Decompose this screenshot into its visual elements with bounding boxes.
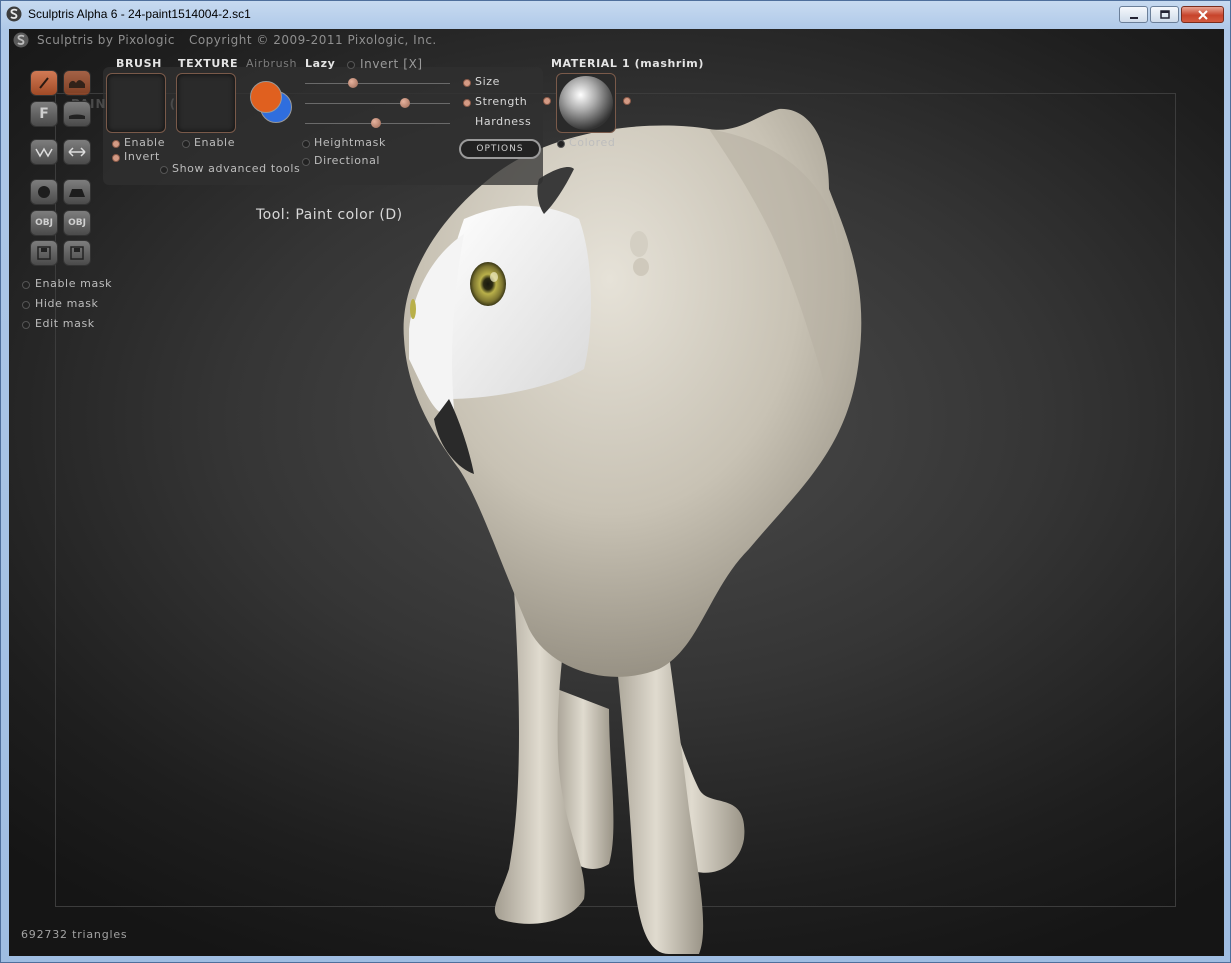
title-bar[interactable]: Sculptris Alpha 6 - 24-paint1514004-2.sc… [1,1,1230,29]
mirror-button[interactable] [63,139,91,165]
texture-label: TEXTURE [178,57,239,70]
size-slider[interactable] [305,83,450,84]
texture-enable-label: Enable [194,136,236,149]
minimize-icon [1129,16,1138,19]
arrows-horizontal-icon [68,147,86,157]
invert-label: Invert [X] [360,57,423,71]
size-slider-knob[interactable] [347,78,358,88]
heightmask-radio[interactable] [302,140,310,148]
edit-mask-label: Edit mask [35,317,95,330]
hardness-slider-knob[interactable] [371,118,382,128]
close-icon [1197,9,1208,20]
current-tool-label: Tool: Paint color (D) [256,207,403,223]
open-button[interactable] [30,240,58,266]
colored-radio[interactable] [557,140,565,148]
size-pressure-radio[interactable] [463,79,471,87]
zigzag-icon [35,147,53,158]
save-disk-icon [37,246,51,260]
product-name: Sculptris by Pixologic [37,33,175,47]
show-advanced-label: Show advanced tools [172,162,301,175]
sphere-button[interactable] [30,179,58,205]
material-prev-radio[interactable] [543,97,551,105]
brush-enable-label: Enable [124,136,166,149]
strength-pressure-radio[interactable] [463,99,471,107]
bump-icon [69,80,85,88]
close-button[interactable] [1181,6,1224,23]
material-next-radio[interactable] [623,97,631,105]
hardness-label: Hardness [475,115,532,128]
import-obj-button[interactable]: OBJ [30,210,58,236]
app-header: Sculptris by Pixologic Copyright © 2009-… [13,31,437,49]
plane-icon [69,189,85,197]
size-label: Size [475,75,500,88]
brush-invert-radio[interactable] [112,154,120,162]
strength-label: Strength [475,95,528,108]
minimize-button[interactable] [1119,6,1148,23]
hide-mask-radio[interactable] [22,301,30,309]
restore-icon [1159,9,1170,19]
primary-color-swatch[interactable] [250,81,282,113]
sphere-icon [38,186,50,198]
colored-label: Colored [569,136,616,149]
show-advanced-radio[interactable] [160,166,168,174]
lazy-label: Lazy [305,57,336,70]
triangle-count: 692732 triangles [21,928,128,941]
directional-radio[interactable] [302,158,310,166]
brush-slot[interactable] [106,73,166,133]
maximize-button[interactable] [1150,6,1179,23]
edit-mask-radio[interactable] [22,321,30,329]
export-obj-label: OBJ [68,218,86,228]
strength-slider[interactable] [305,103,450,104]
symmetry-button[interactable] [30,139,58,165]
window-title: Sculptris Alpha 6 - 24-paint1514004-2.sc… [28,7,251,21]
copyright-text: Copyright © 2009-2011 Pixologic, Inc. [188,33,437,47]
smooth-icon [69,114,85,119]
brush-icon [39,77,49,89]
plane-button[interactable] [63,179,91,205]
material-sphere-icon [559,76,613,130]
sculptris-logo-icon [6,6,22,22]
brush-label: BRUSH [116,57,162,70]
paint-bump-button[interactable] [63,70,91,96]
enable-mask-label: Enable mask [35,277,113,290]
flatten-button[interactable]: F [30,101,58,127]
paint-color-button[interactable] [30,70,58,96]
strength-slider-knob[interactable] [400,98,411,108]
app-window: Sculptris Alpha 6 - 24-paint1514004-2.sc… [0,0,1231,963]
heightmask-label: Heightmask [314,136,386,149]
directional-label: Directional [314,154,381,167]
import-obj-label: OBJ [35,218,53,228]
airbrush-label: Airbrush [246,57,298,70]
save-disk-icon [70,246,84,260]
hide-mask-label: Hide mask [35,297,99,310]
brush-enable-radio[interactable] [112,140,120,148]
sculptris-logo-icon [13,32,29,48]
texture-enable-radio[interactable] [182,140,190,148]
smooth-button[interactable] [63,101,91,127]
viewport[interactable]: Sculptris by Pixologic Copyright © 2009-… [9,29,1224,956]
save-button[interactable] [63,240,91,266]
texture-slot[interactable] [176,73,236,133]
export-obj-button[interactable]: OBJ [63,210,91,236]
brush-invert-label: Invert [124,150,160,163]
material-label: MATERIAL 1 (mashrim) [551,57,704,70]
flatten-letter: F [39,106,49,122]
options-button[interactable]: OPTIONS [459,139,541,159]
enable-mask-radio[interactable] [22,281,30,289]
material-slot[interactable] [556,73,616,133]
invert-radio[interactable] [347,61,355,69]
